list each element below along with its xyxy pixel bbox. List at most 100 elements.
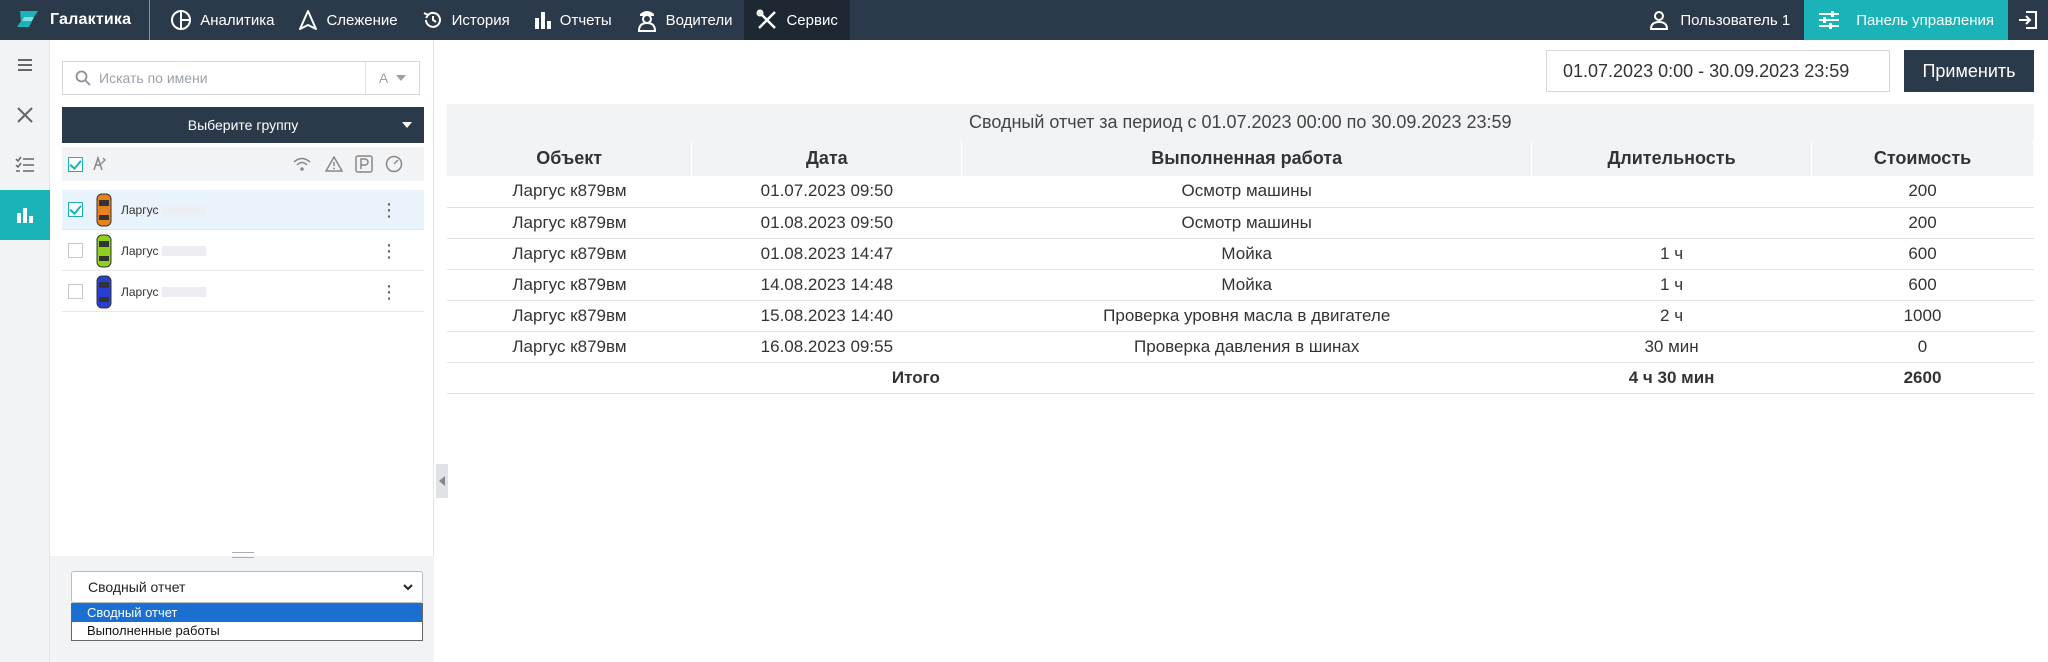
summary-report-table: Сводный отчет за период с 01.07.2023 00:… (447, 104, 2034, 394)
nav-tracking-label: Слежение (326, 11, 398, 29)
table-row: Ларгус к879вм 14.08.2023 14:48 Мойка 1 ч… (447, 269, 2034, 301)
cell-cost: 1000 (1811, 300, 2034, 332)
nav-drivers-label: Водители (665, 11, 733, 29)
column-header-duration[interactable]: Длительность (1531, 140, 1813, 176)
column-header-cost[interactable]: Стоимость (1811, 140, 2034, 176)
total-duration: 4 ч 30 мин (1531, 362, 1812, 394)
car-icon (96, 234, 112, 267)
column-header-object[interactable]: Объект (447, 140, 693, 176)
user-icon (1650, 11, 1669, 30)
cell-duration: 1 ч (1531, 269, 1812, 301)
select-group-label: Выберите группу (187, 117, 299, 133)
cell-duration: 30 мин (1531, 331, 1812, 363)
vehicle-checkbox[interactable] (68, 243, 83, 258)
rail-service-button[interactable] (0, 90, 50, 140)
user-menu[interactable]: Пользователь 1 (1636, 0, 1804, 40)
column-header-work[interactable]: Выполненная работа (961, 140, 1533, 176)
cell-date: 01.07.2023 09:50 (691, 176, 962, 208)
more-options-icon[interactable]: ⋮ (380, 241, 398, 261)
nav-history-label: История (451, 11, 510, 29)
car-icon (96, 193, 112, 226)
vehicle-checkbox[interactable] (68, 284, 83, 299)
apply-label: Применить (1922, 60, 2016, 81)
total-cost: 2600 (1811, 362, 2034, 394)
cell-duration: 2 ч (1531, 300, 1812, 332)
top-navigation-bar: Галактика Аналитика Слежение История Отч… (0, 0, 2048, 40)
hamburger-icon (18, 59, 32, 71)
total-row: Итого 4 ч 30 мин 2600 (447, 362, 2034, 394)
nav-analytics[interactable]: Аналитика (158, 0, 286, 40)
app-logo[interactable]: Галактика (0, 0, 151, 40)
more-options-icon[interactable]: ⋮ (380, 282, 398, 302)
search-placeholder: Искать по имени (99, 70, 208, 86)
column-header-date[interactable]: Дата (691, 140, 963, 176)
cell-cost: 600 (1811, 269, 2034, 301)
cell-object: Ларгус к879вм (447, 238, 692, 270)
total-label: Итого (691, 362, 1532, 394)
rail-reports-button[interactable] (0, 190, 50, 240)
date-range-input[interactable]: 01.07.2023 0:00 - 30.09.2023 23:59 (1546, 50, 1890, 92)
vehicle-row[interactable]: Ларгус ⋮ (62, 231, 424, 271)
status-filter-icon[interactable] (91, 156, 107, 172)
speedometer-icon[interactable] (385, 155, 403, 173)
table-row: Ларгус к879вм 01.08.2023 09:50 Осмотр ма… (447, 207, 2034, 239)
signal-icon[interactable] (293, 156, 311, 172)
date-range-value: 01.07.2023 0:00 - 30.09.2023 23:59 (1563, 60, 1850, 81)
nav-history[interactable]: История (410, 0, 522, 40)
car-icon (96, 275, 112, 308)
cell-empty (447, 362, 692, 394)
control-panel-button[interactable]: Панель управления (1804, 0, 2008, 40)
cell-duration: 1 ч (1531, 238, 1812, 270)
resize-handle[interactable] (232, 552, 254, 558)
vehicle-plate-redacted (162, 204, 207, 215)
table-row: Ларгус к879вм 01.07.2023 09:50 Осмотр ма… (447, 176, 2034, 208)
report-type-select[interactable]: Сводный отчет (71, 571, 423, 603)
collapse-sidebar-button[interactable] (436, 464, 448, 498)
chevron-down-icon (403, 584, 413, 591)
vehicle-checkbox[interactable] (68, 202, 83, 217)
select-group-button[interactable]: Выберите группу (62, 107, 424, 143)
search-input[interactable]: Искать по имени А (62, 61, 420, 95)
vehicle-row[interactable]: Ларгус ⋮ (62, 190, 424, 230)
menu-button[interactable] (0, 40, 50, 90)
select-all-checkbox[interactable] (68, 156, 83, 172)
rail-checklist-button[interactable] (0, 140, 50, 190)
parking-icon[interactable] (355, 155, 373, 173)
warning-icon[interactable] (325, 156, 343, 172)
report-caption-row: Сводный отчет за период с 01.07.2023 00:… (447, 104, 2034, 140)
nav-drivers[interactable]: Водители (624, 0, 745, 40)
control-panel-label: Панель управления (1856, 11, 1994, 29)
cell-duration (1531, 176, 1812, 208)
cell-cost: 600 (1811, 238, 2034, 270)
caret-down-icon (402, 122, 412, 128)
dropdown-option-completed-works[interactable]: Выполненные работы (72, 622, 422, 640)
logo-icon (17, 11, 38, 27)
dropdown-option-summary[interactable]: Сводный отчет (72, 604, 422, 622)
nav-tracking[interactable]: Слежение (286, 0, 409, 40)
analytics-icon (171, 10, 192, 30)
service-icon (756, 9, 777, 29)
more-options-icon[interactable]: ⋮ (380, 200, 398, 220)
cell-work: Осмотр машины (961, 207, 1532, 239)
cell-cost: 0 (1811, 331, 2034, 363)
table-row: Ларгус к879вм 15.08.2023 14:40 Проверка … (447, 300, 2034, 332)
report-caption: Сводный отчет за период с 01.07.2023 00:… (447, 104, 2034, 140)
cell-object: Ларгус к879вм (447, 269, 692, 301)
logout-button[interactable] (2008, 0, 2048, 40)
cell-date: 16.08.2023 09:55 (691, 331, 962, 363)
apply-button[interactable]: Применить (1904, 50, 2034, 92)
chevron-left-icon (439, 476, 445, 486)
cell-date: 01.08.2023 14:47 (691, 238, 962, 270)
cell-date: 01.08.2023 09:50 (691, 207, 962, 239)
report-type-dropdown: Сводный отчет Выполненные работы (71, 603, 423, 641)
drivers-icon (637, 11, 656, 32)
vehicle-name: Ларгус (121, 284, 159, 299)
sort-button[interactable]: А (365, 62, 419, 94)
nav-service[interactable]: Сервис (744, 0, 850, 40)
vehicle-row[interactable]: Ларгус ⋮ (62, 272, 424, 312)
tracking-icon (299, 10, 318, 30)
cell-object: Ларгус к879вм (447, 300, 692, 332)
cell-work: Проверка уровня масла в двигателе (961, 300, 1532, 332)
nav-reports[interactable]: Отчеты (522, 0, 624, 40)
cell-work: Осмотр машины (961, 176, 1532, 208)
